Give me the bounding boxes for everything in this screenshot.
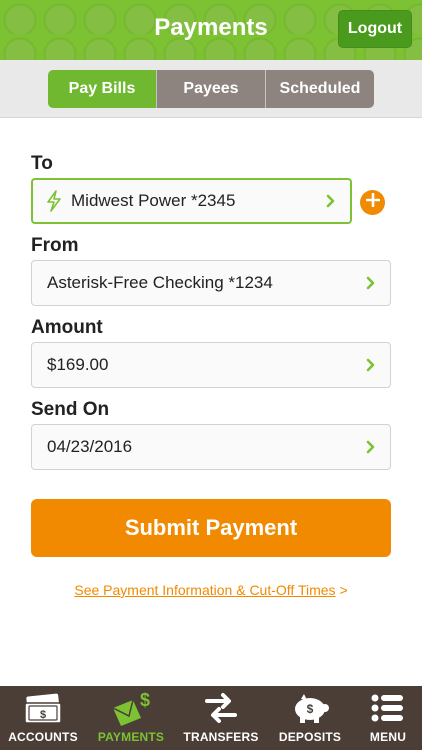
to-label: To <box>31 153 53 174</box>
nav-menu[interactable]: MENU <box>354 686 422 750</box>
piggy-bank-icon: $ <box>288 690 332 726</box>
nav-accounts-label: ACCOUNTS <box>8 730 78 744</box>
chevron-right-icon <box>324 194 338 208</box>
nav-deposits[interactable]: $ DEPOSITS <box>266 686 354 750</box>
nav-menu-label: MENU <box>369 730 407 744</box>
from-account-value: Asterisk-Free Checking *1234 <box>47 273 273 292</box>
app-header: Payments Logout <box>0 0 422 60</box>
amount-field[interactable]: $169.00 <box>31 342 391 388</box>
lightning-icon <box>45 190 63 212</box>
payee-select[interactable]: Midwest Power *2345 <box>31 178 352 224</box>
chevron-right-icon <box>364 276 378 290</box>
from-account-select[interactable]: Asterisk-Free Checking *1234 <box>31 260 391 306</box>
payment-info-link[interactable]: See Payment Information & Cut-Off Times … <box>0 582 422 598</box>
svg-text:$: $ <box>307 702 314 716</box>
tab-scheduled[interactable]: Scheduled <box>265 70 374 108</box>
nav-payments[interactable]: $ PAYMENTS <box>86 686 176 750</box>
payee-value: Midwest Power *2345 <box>71 191 236 210</box>
nav-transfers-label: TRANSFERS <box>183 730 259 744</box>
nav-transfers[interactable]: TRANSFERS <box>176 686 266 750</box>
menu-list-icon <box>366 690 410 726</box>
segment-bar: Pay Bills Payees Scheduled <box>0 60 422 118</box>
bottom-nav: $ ACCOUNTS $ PAYMENTS TRANSFERS $ DEPOSI… <box>0 686 422 750</box>
amount-label: Amount <box>31 317 103 338</box>
svg-text:$: $ <box>140 690 150 710</box>
from-label: From <box>31 235 79 256</box>
nav-accounts[interactable]: $ ACCOUNTS <box>0 686 86 750</box>
svg-text:$: $ <box>40 709 46 721</box>
payment-info-link-arrow: > <box>339 582 348 598</box>
nav-deposits-label: DEPOSITS <box>278 730 342 744</box>
send-on-label: Send On <box>31 399 110 420</box>
amount-value: $169.00 <box>47 355 109 374</box>
transfer-arrows-icon <box>199 690 243 726</box>
submit-payment-button[interactable]: Submit Payment <box>31 499 391 557</box>
plus-icon <box>365 192 380 212</box>
nav-payments-label: PAYMENTS <box>97 730 165 744</box>
segmented-control: Pay Bills Payees Scheduled <box>48 70 374 108</box>
cash-icon: $ <box>21 690 65 726</box>
send-date-value: 04/23/2016 <box>47 437 133 456</box>
chevron-right-icon <box>364 440 378 454</box>
money-envelope-icon: $ <box>109 690 153 726</box>
payment-info-link-text[interactable]: See Payment Information & Cut-Off Times <box>74 582 335 598</box>
tab-payees[interactable]: Payees <box>156 70 265 108</box>
send-date-field[interactable]: 04/23/2016 <box>31 424 391 470</box>
tab-pay-bills[interactable]: Pay Bills <box>48 70 156 108</box>
logout-button[interactable]: Logout <box>338 10 412 48</box>
chevron-right-icon <box>364 358 378 372</box>
add-payee-button[interactable] <box>360 190 385 215</box>
